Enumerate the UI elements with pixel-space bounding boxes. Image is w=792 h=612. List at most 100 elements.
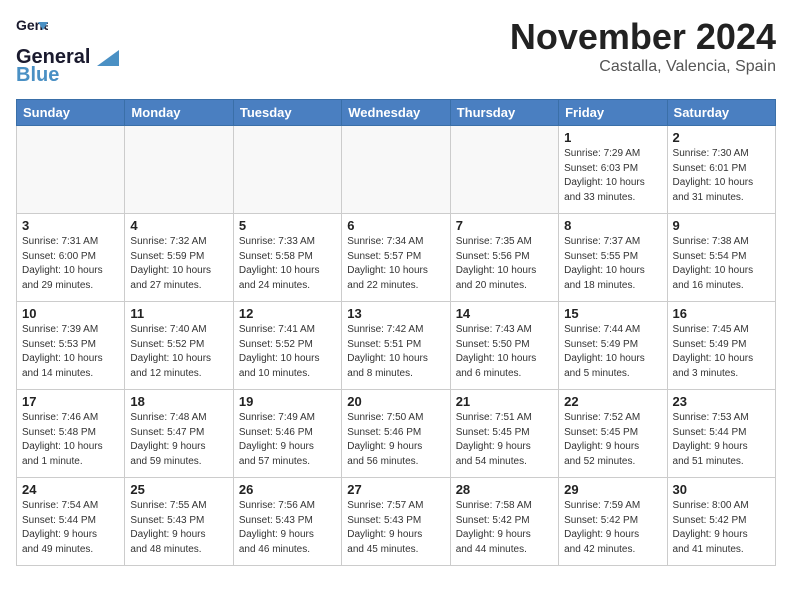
day-number: 12: [239, 306, 336, 321]
day-number: 23: [673, 394, 770, 409]
calendar-cell: 11 Sunrise: 7:40 AM Sunset: 5:52 PM Dayli…: [125, 302, 233, 390]
calendar-cell: 1 Sunrise: 7:29 AM Sunset: 6:03 PM Daylig…: [559, 126, 667, 214]
day-number: 27: [347, 482, 444, 497]
calendar-cell: [125, 126, 233, 214]
calendar-cell: 30 Sunrise: 8:00 AM Sunset: 5:42 PM Dayli…: [667, 478, 775, 566]
day-info: Sunrise: 7:49 AM Sunset: 5:46 PM Dayligh…: [239, 411, 336, 469]
calendar-cell: 16 Sunrise: 7:45 AM Sunset: 5:49 PM Dayli…: [667, 302, 775, 390]
day-number: 17: [22, 394, 119, 409]
day-info: Sunrise: 7:55 AM Sunset: 5:43 PM Dayligh…: [130, 499, 227, 557]
calendar-cell: 14 Sunrise: 7:43 AM Sunset: 5:50 PM Dayli…: [450, 302, 558, 390]
calendar-cell: 13Sunrise: 7:42 AM Sunset: 5:51 PM Dayli…: [342, 302, 450, 390]
calendar-cell: 28 Sunrise: 7:58 AM Sunset: 5:42 PM Dayli…: [450, 478, 558, 566]
day-info: Sunrise: 7:58 AM Sunset: 5:42 PM Dayligh…: [456, 499, 553, 557]
day-info: Sunrise: 7:52 AM Sunset: 5:45 PM Dayligh…: [564, 411, 661, 469]
col-header-saturday: Saturday: [667, 100, 775, 126]
day-info: Sunrise: 7:46 AM Sunset: 5:48 PM Dayligh…: [22, 411, 119, 469]
day-info: Sunrise: 7:43 AM Sunset: 5:50 PM Dayligh…: [456, 323, 553, 381]
calendar-cell: 29 Sunrise: 7:59 AM Sunset: 5:42 PM Dayli…: [559, 478, 667, 566]
calendar-week-row: 24 Sunrise: 7:54 AM Sunset: 5:44 PM Dayli…: [17, 478, 776, 566]
calendar-cell: 25 Sunrise: 7:55 AM Sunset: 5:43 PM Dayli…: [125, 478, 233, 566]
day-number: 29: [564, 482, 661, 497]
day-number: 18: [130, 394, 227, 409]
calendar-cell: 2 Sunrise: 7:30 AM Sunset: 6:01 PM Daylig…: [667, 126, 775, 214]
calendar-cell: [342, 126, 450, 214]
day-number: 7: [456, 218, 553, 233]
day-number: 26: [239, 482, 336, 497]
day-info: Sunrise: 7:59 AM Sunset: 5:42 PM Dayligh…: [564, 499, 661, 557]
calendar-week-row: 17 Sunrise: 7:46 AM Sunset: 5:48 PM Dayli…: [17, 390, 776, 478]
day-number: 2: [673, 130, 770, 145]
day-number: 28: [456, 482, 553, 497]
calendar-cell: [233, 126, 341, 214]
day-info: Sunrise: 7:32 AM Sunset: 5:59 PM Dayligh…: [130, 235, 227, 293]
day-info: Sunrise: 7:40 AM Sunset: 5:52 PM Dayligh…: [130, 323, 227, 381]
logo: General General Blue: [16, 16, 119, 87]
calendar-cell: 9Sunrise: 7:38 AM Sunset: 5:54 PM Daylig…: [667, 214, 775, 302]
col-header-monday: Monday: [125, 100, 233, 126]
location: Castalla, Valencia, Spain: [510, 58, 776, 76]
calendar-cell: 3 Sunrise: 7:31 AM Sunset: 6:00 PM Daylig…: [17, 214, 125, 302]
month-title: November 2024: [510, 16, 776, 58]
calendar-week-row: 10 Sunrise: 7:39 AM Sunset: 5:53 PM Dayli…: [17, 302, 776, 390]
col-header-sunday: Sunday: [17, 100, 125, 126]
day-info: Sunrise: 7:33 AM Sunset: 5:58 PM Dayligh…: [239, 235, 336, 293]
day-info: Sunrise: 7:45 AM Sunset: 5:49 PM Dayligh…: [673, 323, 770, 381]
calendar-cell: 18 Sunrise: 7:48 AM Sunset: 5:47 PM Dayli…: [125, 390, 233, 478]
calendar-cell: 5 Sunrise: 7:33 AM Sunset: 5:58 PM Daylig…: [233, 214, 341, 302]
day-number: 5: [239, 218, 336, 233]
day-number: 1: [564, 130, 661, 145]
calendar-cell: 10 Sunrise: 7:39 AM Sunset: 5:53 PM Dayli…: [17, 302, 125, 390]
day-info: Sunrise: 7:34 AM Sunset: 5:57 PM Dayligh…: [347, 235, 444, 293]
day-number: 24: [22, 482, 119, 497]
day-info: Sunrise: 7:31 AM Sunset: 6:00 PM Dayligh…: [22, 235, 119, 293]
calendar-cell: 15Sunrise: 7:44 AM Sunset: 5:49 PM Dayli…: [559, 302, 667, 390]
logo-icon: General: [16, 16, 48, 44]
day-info: Sunrise: 7:30 AM Sunset: 6:01 PM Dayligh…: [673, 147, 770, 205]
col-header-tuesday: Tuesday: [233, 100, 341, 126]
day-info: Sunrise: 7:54 AM Sunset: 5:44 PM Dayligh…: [22, 499, 119, 557]
day-number: 4: [130, 218, 227, 233]
page-header: General General Blue November 2024 Casta…: [16, 16, 776, 87]
day-number: 20: [347, 394, 444, 409]
day-info: Sunrise: 7:37 AM Sunset: 5:55 PM Dayligh…: [564, 235, 661, 293]
day-info: Sunrise: 7:42 AM Sunset: 5:51 PM Dayligh…: [347, 323, 444, 381]
day-info: Sunrise: 7:29 AM Sunset: 6:03 PM Dayligh…: [564, 147, 661, 205]
calendar-cell: 12 Sunrise: 7:41 AM Sunset: 5:52 PM Dayli…: [233, 302, 341, 390]
day-number: 16: [673, 306, 770, 321]
col-header-wednesday: Wednesday: [342, 100, 450, 126]
day-info: Sunrise: 7:35 AM Sunset: 5:56 PM Dayligh…: [456, 235, 553, 293]
logo-blue: Blue: [16, 64, 59, 87]
day-info: Sunrise: 7:57 AM Sunset: 5:43 PM Dayligh…: [347, 499, 444, 557]
day-number: 11: [130, 306, 227, 321]
calendar-cell: 8 Sunrise: 7:37 AM Sunset: 5:55 PM Daylig…: [559, 214, 667, 302]
calendar-cell: 26 Sunrise: 7:56 AM Sunset: 5:43 PM Dayli…: [233, 478, 341, 566]
day-number: 10: [22, 306, 119, 321]
calendar-cell: 6 Sunrise: 7:34 AM Sunset: 5:57 PM Daylig…: [342, 214, 450, 302]
day-number: 14: [456, 306, 553, 321]
calendar-cell: 22 Sunrise: 7:52 AM Sunset: 5:45 PM Dayli…: [559, 390, 667, 478]
calendar-week-row: 3 Sunrise: 7:31 AM Sunset: 6:00 PM Daylig…: [17, 214, 776, 302]
calendar-cell: 27 Sunrise: 7:57 AM Sunset: 5:43 PM Dayli…: [342, 478, 450, 566]
day-info: Sunrise: 8:00 AM Sunset: 5:42 PM Dayligh…: [673, 499, 770, 557]
day-info: Sunrise: 7:39 AM Sunset: 5:53 PM Dayligh…: [22, 323, 119, 381]
day-info: Sunrise: 7:41 AM Sunset: 5:52 PM Dayligh…: [239, 323, 336, 381]
day-number: 22: [564, 394, 661, 409]
calendar-cell: 24 Sunrise: 7:54 AM Sunset: 5:44 PM Dayli…: [17, 478, 125, 566]
day-number: 6: [347, 218, 444, 233]
logo-triangle-icon: [97, 50, 119, 66]
calendar-cell: 23 Sunrise: 7:53 AM Sunset: 5:44 PM Dayli…: [667, 390, 775, 478]
day-number: 30: [673, 482, 770, 497]
col-header-friday: Friday: [559, 100, 667, 126]
day-number: 3: [22, 218, 119, 233]
day-info: Sunrise: 7:53 AM Sunset: 5:44 PM Dayligh…: [673, 411, 770, 469]
day-info: Sunrise: 7:50 AM Sunset: 5:46 PM Dayligh…: [347, 411, 444, 469]
calendar-cell: 17 Sunrise: 7:46 AM Sunset: 5:48 PM Dayli…: [17, 390, 125, 478]
day-info: Sunrise: 7:51 AM Sunset: 5:45 PM Dayligh…: [456, 411, 553, 469]
calendar-table: SundayMondayTuesdayWednesdayThursdayFrid…: [16, 99, 776, 566]
day-info: Sunrise: 7:38 AM Sunset: 5:54 PM Dayligh…: [673, 235, 770, 293]
day-number: 25: [130, 482, 227, 497]
day-number: 8: [564, 218, 661, 233]
day-info: Sunrise: 7:56 AM Sunset: 5:43 PM Dayligh…: [239, 499, 336, 557]
day-info: Sunrise: 7:48 AM Sunset: 5:47 PM Dayligh…: [130, 411, 227, 469]
